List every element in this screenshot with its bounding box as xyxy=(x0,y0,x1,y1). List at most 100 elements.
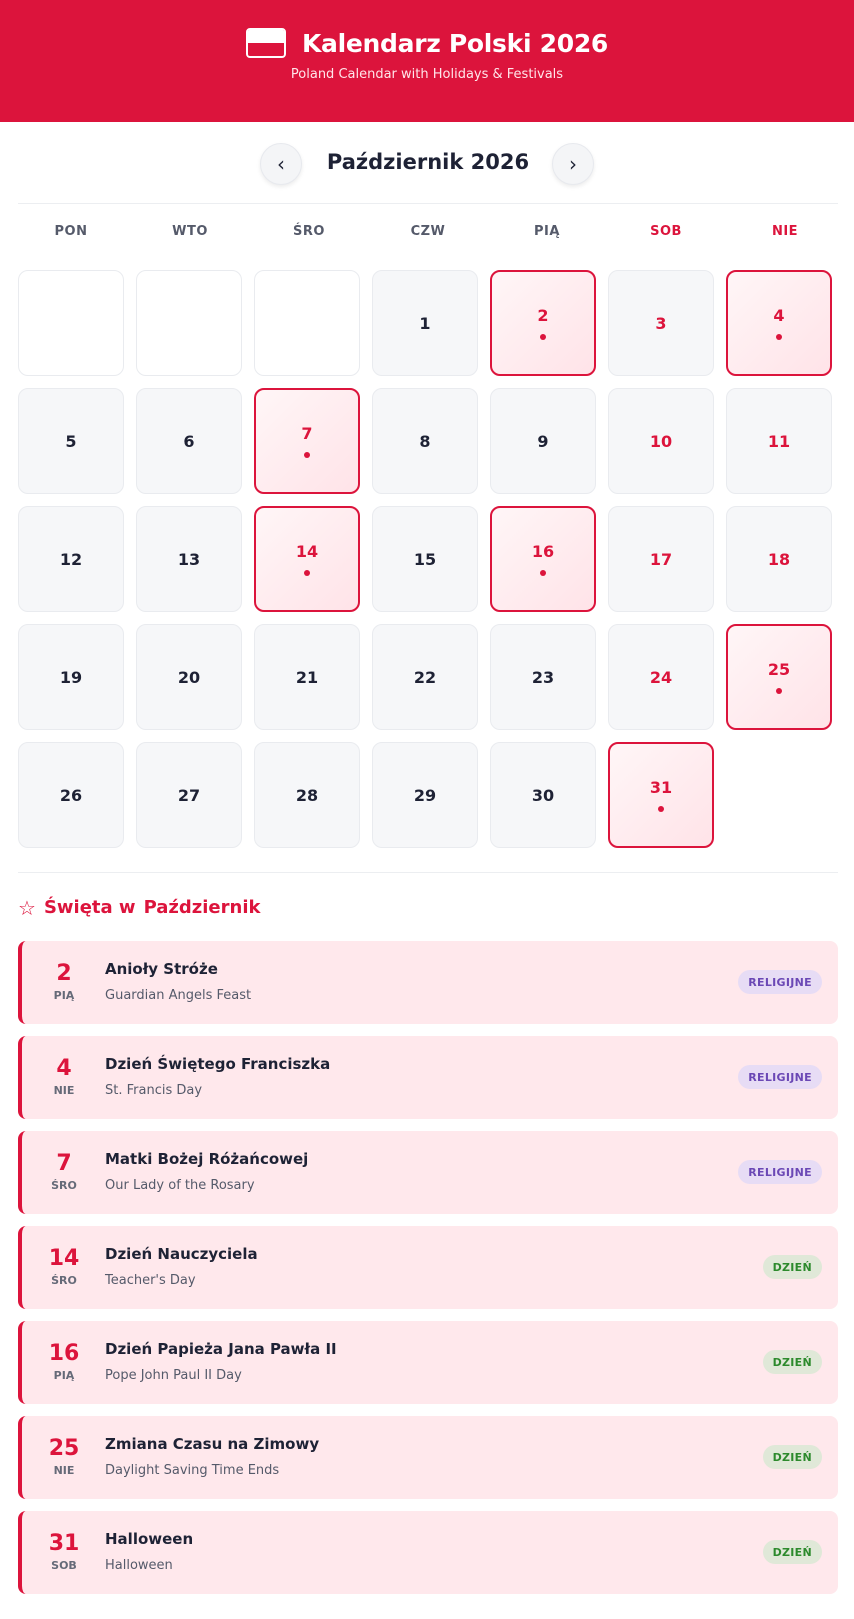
weekday-label: CZW xyxy=(410,224,446,239)
holiday-day-number: 2 xyxy=(56,961,72,986)
calendar-day-number: 17 xyxy=(649,549,673,569)
holiday-name: Matki Bożej Różańcowej xyxy=(105,1150,309,1168)
holiday-weekday: NIE xyxy=(53,1084,75,1097)
holiday-type-badge: RELIGIJNE xyxy=(738,970,822,994)
calendar-day[interactable]: 18 xyxy=(726,506,832,612)
calendar-day[interactable]: 17 xyxy=(608,506,714,612)
calendar-day[interactable]: 1 xyxy=(372,270,478,376)
calendar-day-number: 22 xyxy=(413,667,437,687)
calendar-day-holiday[interactable]: 7 xyxy=(254,388,360,494)
holiday-name: Zmiana Czasu na Zimowy xyxy=(105,1435,320,1453)
calendar-day[interactable]: 29 xyxy=(372,742,478,848)
holiday-type-badge: RELIGIJNE xyxy=(738,1160,822,1184)
calendar-day-holiday[interactable]: 16 xyxy=(490,506,596,612)
holiday-list-item[interactable]: 25 NIE Zmiana Czasu na Zimowy Daylight Savi… xyxy=(18,1416,838,1499)
calendar-empty-cell xyxy=(136,270,242,376)
calendar-day[interactable]: 21 xyxy=(254,624,360,730)
holiday-list: 2 PIĄ Anioły Stróże Guardian Angels Feast RE… xyxy=(18,941,838,1594)
header-title-row: Kalendarz Polski 2026 xyxy=(0,0,854,58)
calendar-day-number: 3 xyxy=(655,313,667,333)
month-navigation: ‹ Październik 2026 › xyxy=(18,122,838,204)
calendar-day[interactable]: 20 xyxy=(136,624,242,730)
calendar-day[interactable]: 13 xyxy=(136,506,242,612)
calendar-day-number: 31 xyxy=(649,778,673,797)
holiday-weekday: SOB xyxy=(51,1559,77,1572)
next-month-button[interactable]: › xyxy=(552,143,594,185)
holiday-date: 2 PIĄ xyxy=(38,941,90,1024)
holiday-day-number: 25 xyxy=(48,1436,80,1461)
calendar-day-number: 9 xyxy=(537,431,549,451)
calendar-day[interactable]: 23 xyxy=(490,624,596,730)
calendar-day-holiday[interactable]: 31 xyxy=(608,742,714,848)
calendar-day[interactable]: 11 xyxy=(726,388,832,494)
holiday-name: Dzień Świętego Franciszka xyxy=(105,1055,331,1073)
calendar-day-number: 6 xyxy=(183,431,195,451)
calendar-day-number: 7 xyxy=(301,424,313,443)
holiday-english-name: Our Lady of the Rosary xyxy=(105,1178,255,1193)
holiday-dot-icon xyxy=(540,334,546,340)
calendar-day-number: 19 xyxy=(59,667,83,687)
calendar-day-number: 1 xyxy=(419,313,431,333)
holiday-type-badge: DZIEŃ xyxy=(762,1540,822,1564)
calendar-day[interactable]: 15 xyxy=(372,506,478,612)
flag-red-stripe xyxy=(247,43,284,56)
calendar-day[interactable]: 19 xyxy=(18,624,124,730)
holiday-weekday: ŚRO xyxy=(51,1179,77,1192)
holiday-type-badge: DZIEŃ xyxy=(762,1445,822,1469)
calendar-day[interactable]: 26 xyxy=(18,742,124,848)
calendar-day[interactable]: 12 xyxy=(18,506,124,612)
calendar-day[interactable]: 28 xyxy=(254,742,360,848)
holiday-dot-icon xyxy=(776,688,782,694)
calendar-day[interactable]: 27 xyxy=(136,742,242,848)
calendar-day[interactable]: 6 xyxy=(136,388,242,494)
calendar-day-number: 15 xyxy=(413,549,437,569)
holiday-type-badge: RELIGIJNE xyxy=(738,1065,822,1089)
holiday-day-number: 7 xyxy=(56,1151,72,1176)
weekday-label: SOB xyxy=(650,224,682,239)
calendar-day-number: 11 xyxy=(767,431,791,451)
holiday-dot-icon xyxy=(658,806,664,812)
weekday-label: WTO xyxy=(172,224,208,239)
holiday-weekday: PIĄ xyxy=(53,1369,75,1382)
holiday-dot-icon xyxy=(304,570,310,576)
calendar-day-number: 13 xyxy=(177,549,201,569)
holidays-section-title: ☆ Święta w Październik xyxy=(18,897,854,918)
holiday-weekday: ŚRO xyxy=(51,1274,77,1287)
calendar-grid: 1 2 3 4 5 6 7 8 9 10 11 12 13 14 15 16 17 18 19 20 21 22 23 24 2… xyxy=(18,270,838,848)
calendar-day[interactable]: 3 xyxy=(608,270,714,376)
holiday-list-item[interactable]: 31 SOB Halloween Halloween DZIEŃ xyxy=(18,1511,838,1594)
holiday-dot-icon xyxy=(304,452,310,458)
calendar-day[interactable]: 5 xyxy=(18,388,124,494)
calendar-day[interactable]: 9 xyxy=(490,388,596,494)
section-divider xyxy=(18,872,838,873)
calendar-day[interactable]: 8 xyxy=(372,388,478,494)
holiday-list-item[interactable]: 14 ŚRO Dzień Nauczyciela Teacher's Day DZIEŃ xyxy=(18,1226,838,1309)
calendar-day[interactable]: 24 xyxy=(608,624,714,730)
holiday-date: 31 SOB xyxy=(38,1511,90,1594)
holiday-list-item[interactable]: 16 PIĄ Dzień Papieża Jana Pawła II Pope Joh… xyxy=(18,1321,838,1404)
calendar-day[interactable]: 10 xyxy=(608,388,714,494)
current-month-label: Październik 2026 xyxy=(326,150,530,174)
holiday-date: 7 ŚRO xyxy=(38,1131,90,1214)
calendar-day-holiday[interactable]: 25 xyxy=(726,624,832,730)
calendar-day-number: 20 xyxy=(177,667,201,687)
calendar-day-holiday[interactable]: 14 xyxy=(254,506,360,612)
page-header: Kalendarz Polski 2026 Poland Calendar wi… xyxy=(0,0,854,122)
calendar-day-holiday[interactable]: 4 xyxy=(726,270,832,376)
holiday-list-item[interactable]: 2 PIĄ Anioły Stróże Guardian Angels Feast RE… xyxy=(18,941,838,1024)
calendar-day-number: 28 xyxy=(295,785,319,805)
page-subtitle: Poland Calendar with Holidays & Festival… xyxy=(290,67,564,82)
calendar-day[interactable]: 30 xyxy=(490,742,596,848)
calendar-day-number: 26 xyxy=(59,785,83,805)
holiday-day-number: 31 xyxy=(48,1531,80,1556)
calendar-day-holiday[interactable]: 2 xyxy=(490,270,596,376)
calendar-empty-cell xyxy=(254,270,360,376)
calendar-day-number: 24 xyxy=(649,667,673,687)
holidays-title-prefix: Święta w xyxy=(43,897,136,918)
calendar-day-number: 30 xyxy=(531,785,555,805)
holiday-english-name: Pope John Paul II Day xyxy=(105,1368,242,1383)
holiday-list-item[interactable]: 7 ŚRO Matki Bożej Różańcowej Our Lady of th… xyxy=(18,1131,838,1214)
holiday-list-item[interactable]: 4 NIE Dzień Świętego Franciszka St. Francis… xyxy=(18,1036,838,1119)
weekday-label: PON xyxy=(54,224,88,239)
calendar-day[interactable]: 22 xyxy=(372,624,478,730)
